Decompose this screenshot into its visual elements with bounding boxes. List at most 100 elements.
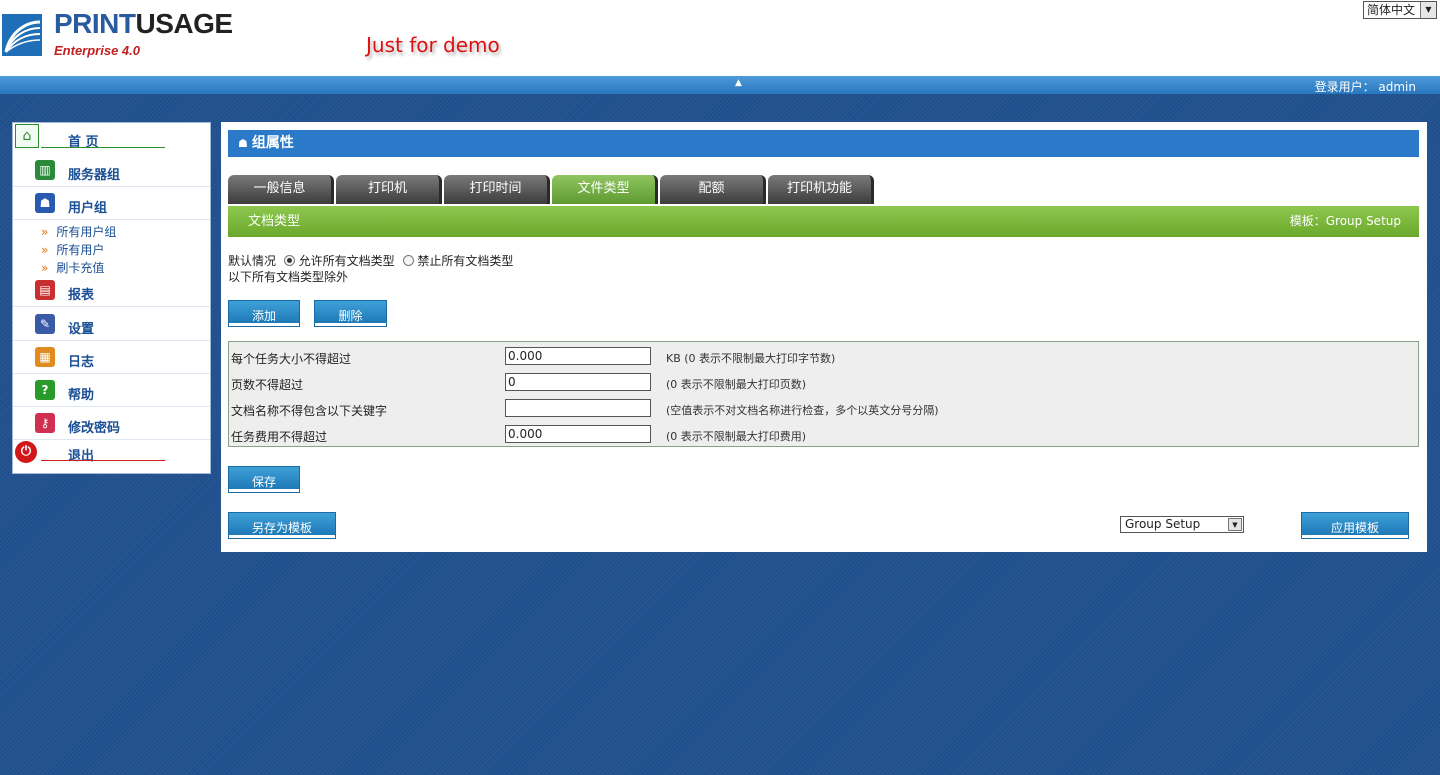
sidebar: ⌂ 首 页 ▥ 服务器组 ☗ 用户组 » 所有用户组 » 所有用户 » 刷卡充值 ▤ …	[12, 122, 211, 474]
double-chevron-right-icon: »	[41, 225, 49, 239]
field-hint: (0 表示不限制最大打印页数)	[666, 378, 807, 391]
limits-form: 每个任务大小不得超过 0.000 KB (0 表示不限制最大打印字节数) 页数不…	[228, 341, 1419, 447]
tab-printers[interactable]: 打印机	[336, 175, 442, 204]
tab-label: 打印时间	[469, 181, 522, 196]
users-icon: ☗	[35, 193, 55, 213]
section-title: 文档类型	[248, 214, 301, 229]
name-keywords-input[interactable]	[505, 399, 651, 417]
logo-title-part2: USAGE	[135, 8, 234, 39]
field-label: 每个任务大小不得超过	[231, 352, 352, 366]
sidebar-item-logout[interactable]: ⏻ 退出	[13, 441, 210, 473]
divider	[41, 147, 165, 148]
report-icon: ▤	[35, 280, 55, 300]
chevron-down-icon: ▼	[1420, 2, 1436, 18]
form-row-name-keywords: 文档名称不得包含以下关键字 (空值表示不对文档名称进行检查，多个以英文分号分隔)	[229, 395, 1418, 421]
sidebar-item-settings[interactable]: ✎ 设置	[13, 309, 210, 341]
sidebar-subitem-all-users[interactable]: » 所有用户	[41, 241, 104, 258]
delete-button[interactable]: 删除	[314, 300, 387, 327]
allow-all-radio-label[interactable]: 允许所有文档类型	[299, 254, 395, 268]
sidebar-item-label: 服务器组	[68, 168, 121, 183]
top-bar: ▲ 登录用户： admin	[0, 76, 1440, 94]
deny-all-radio-label[interactable]: 禁止所有文档类型	[417, 254, 513, 268]
form-row-max-pages: 页数不得超过 0 (0 表示不限制最大打印页数)	[229, 369, 1418, 395]
field-label: 任务费用不得超过	[231, 430, 328, 444]
logged-in-user: 登录用户： admin	[1314, 80, 1416, 94]
save-as-template-button[interactable]: 另存为模板	[228, 512, 336, 539]
collapse-header-icon[interactable]: ▲	[735, 78, 742, 88]
sidebar-item-label: 用户组	[68, 201, 108, 216]
field-hint: KB (0 表示不限制最大打印字节数)	[666, 352, 836, 365]
save-button[interactable]: 保存	[228, 466, 300, 493]
default-label: 默认情况	[228, 254, 277, 268]
server-icon: ▥	[35, 160, 55, 180]
sidebar-item-label: 报表	[68, 288, 95, 303]
demo-note: Just for demo	[366, 33, 500, 57]
logo-title: PRINTUSAGE	[54, 8, 233, 40]
template-label: 模板：Group Setup	[1289, 214, 1401, 228]
sidebar-item-logs[interactable]: ▦ 日志	[13, 342, 210, 374]
key-icon: ⚷	[35, 413, 55, 433]
sidebar-item-help[interactable]: ? 帮助	[13, 375, 210, 407]
tab-quota[interactable]: 配额	[660, 175, 766, 204]
page-title-bar: ☗ 组属性	[228, 130, 1419, 157]
field-hint: (空值表示不对文档名称进行检查，多个以英文分号分隔)	[666, 404, 939, 417]
default-policy-row: 默认情况 允许所有文档类型 禁止所有文档类型	[228, 252, 513, 269]
form-row-max-job-size: 每个任务大小不得超过 0.000 KB (0 表示不限制最大打印字节数)	[229, 343, 1418, 369]
sidebar-subitem-label: 刷卡充值	[56, 261, 105, 275]
logo-edition: Enterprise 4.0	[54, 43, 140, 58]
header: PRINTUSAGE Enterprise 4.0 Just for demo …	[0, 0, 1440, 76]
group-tree-icon: ☗	[238, 137, 248, 150]
sidebar-item-label: 日志	[68, 355, 95, 370]
sidebar-subitem-label: 所有用户	[56, 243, 105, 257]
tab-label: 打印机	[367, 181, 407, 196]
logo-title-part1: PRINT	[54, 8, 136, 39]
tab-label: 一般信息	[253, 181, 306, 196]
sidebar-item-change-password[interactable]: ⚷ 修改密码	[13, 408, 210, 440]
settings-icon: ✎	[35, 314, 55, 334]
add-button[interactable]: 添加	[228, 300, 300, 327]
template-select[interactable]: Group Setup ▼	[1120, 516, 1244, 533]
field-label: 文档名称不得包含以下关键字	[231, 404, 388, 418]
chevron-down-icon: ▼	[1228, 518, 1242, 531]
deny-all-radio[interactable]	[402, 255, 414, 266]
sidebar-item-label: 修改密码	[68, 421, 121, 436]
home-icon: ⌂	[15, 124, 39, 148]
except-text: 以下所有文档类型除外	[228, 270, 349, 284]
template-select-value: Group Setup	[1125, 517, 1201, 531]
tab-label: 文件类型	[577, 181, 630, 196]
field-label: 页数不得超过	[231, 378, 304, 392]
tab-label: 打印机功能	[786, 181, 852, 196]
log-icon: ▦	[35, 347, 55, 367]
page-title: 组属性	[251, 135, 294, 151]
tab-file-types[interactable]: 文件类型	[552, 175, 658, 204]
double-chevron-right-icon: »	[41, 261, 49, 275]
sidebar-item-reports[interactable]: ▤ 报表	[13, 275, 210, 307]
form-row-max-cost: 任务费用不得超过 0.000 (0 表示不限制最大打印费用)	[229, 421, 1418, 447]
help-icon: ?	[35, 380, 55, 400]
sidebar-item-server-group[interactable]: ▥ 服务器组	[13, 155, 210, 187]
tab-label: 配额	[698, 181, 725, 196]
printusage-logo-icon	[2, 14, 42, 56]
sidebar-subitem-all-user-groups[interactable]: » 所有用户组	[41, 223, 116, 240]
allow-all-radio[interactable]	[283, 255, 295, 266]
language-select-value: 简体中文	[1367, 3, 1416, 17]
language-select[interactable]: 简体中文 ▼	[1363, 1, 1437, 19]
divider	[41, 460, 165, 461]
max-cost-input[interactable]: 0.000	[505, 425, 651, 443]
sidebar-subitem-label: 所有用户组	[56, 225, 117, 239]
main-panel: ☗ 组属性 一般信息 打印机 打印时间 文件类型 配额 打印机功能 文档类型 模板…	[221, 122, 1427, 552]
tab-printer-features[interactable]: 打印机功能	[768, 175, 874, 204]
sidebar-subitem-card-recharge[interactable]: » 刷卡充值	[41, 259, 104, 276]
field-hint: (0 表示不限制最大打印费用)	[666, 430, 807, 443]
sidebar-item-home[interactable]: ⌂ 首 页	[13, 123, 210, 153]
tab-general-info[interactable]: 一般信息	[228, 175, 334, 204]
sidebar-item-label: 帮助	[68, 388, 95, 403]
apply-template-button[interactable]: 应用模板	[1301, 512, 1409, 539]
max-job-size-input[interactable]: 0.000	[505, 347, 651, 365]
max-pages-input[interactable]: 0	[505, 373, 651, 391]
sidebar-item-label: 退出	[68, 449, 95, 464]
sidebar-item-label: 设置	[68, 322, 95, 337]
section-header: 文档类型 模板：Group Setup	[228, 206, 1419, 237]
tab-print-time[interactable]: 打印时间	[444, 175, 550, 204]
sidebar-item-user-group[interactable]: ☗ 用户组	[13, 188, 210, 220]
